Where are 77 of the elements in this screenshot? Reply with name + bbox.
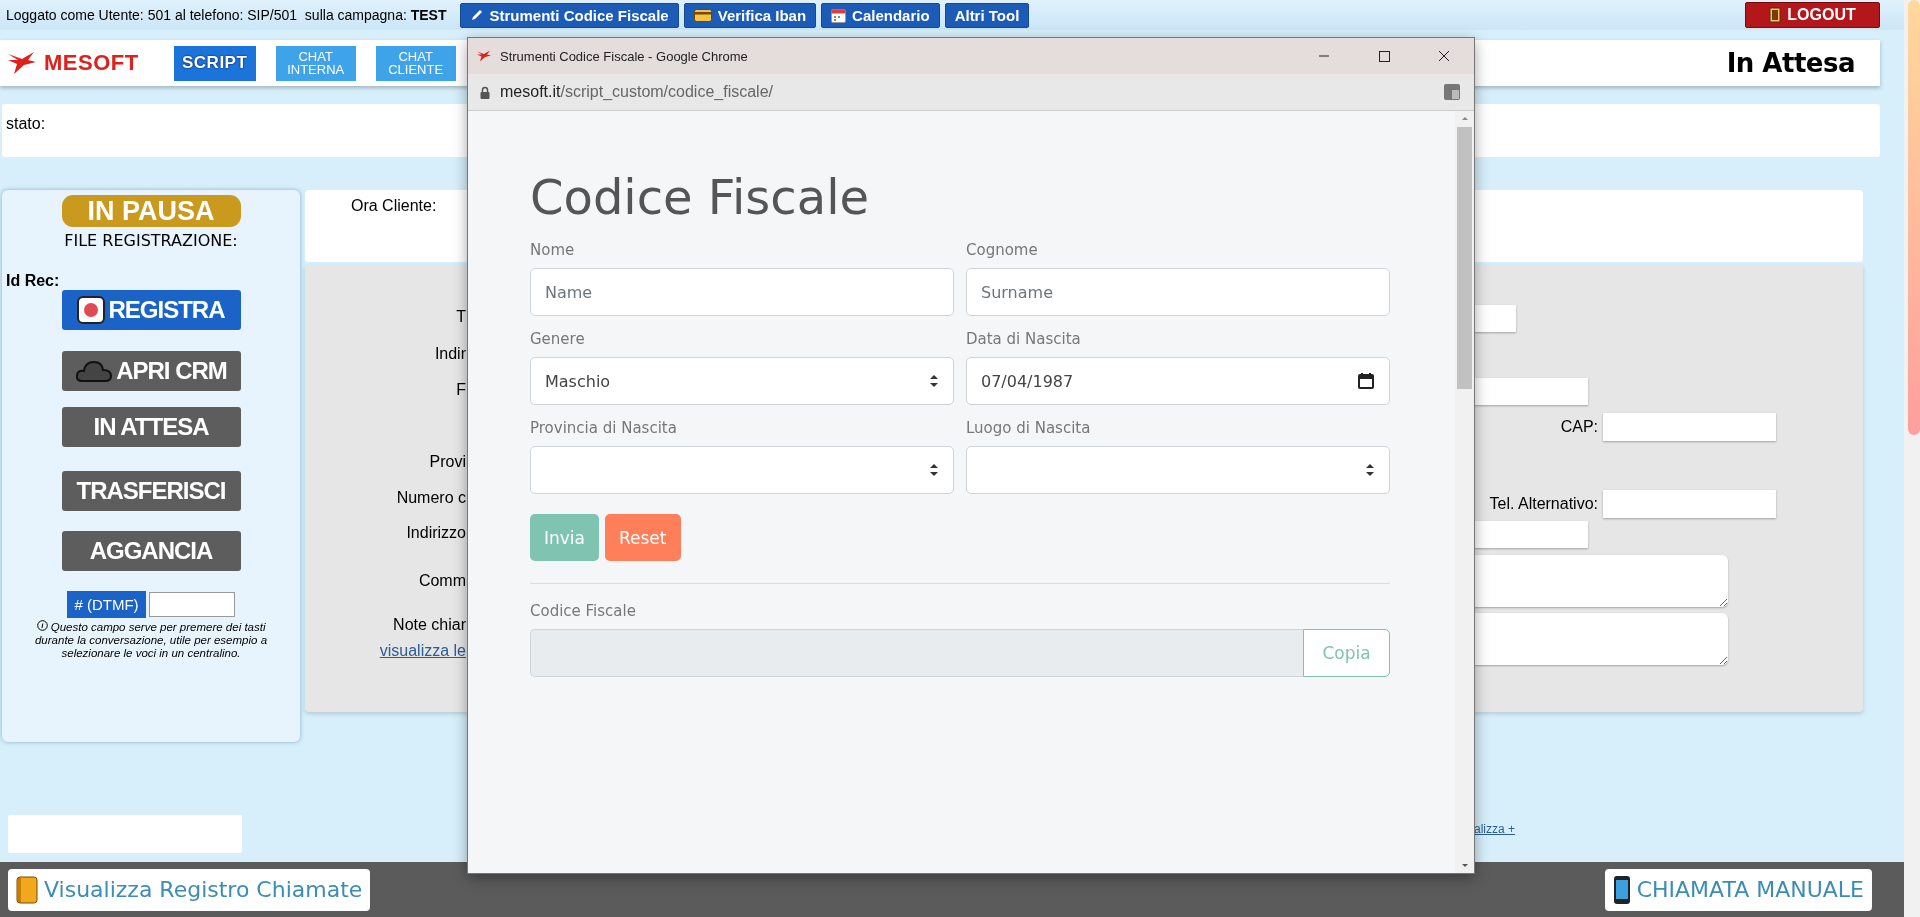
page-heading: Codice Fiscale	[530, 169, 870, 225]
calendar-icon	[831, 7, 847, 23]
select-field[interactable]	[530, 446, 954, 494]
card-icon	[693, 8, 712, 22]
field-label: Indirizzo	[406, 524, 466, 542]
field-label: CAP:	[1559, 418, 1598, 436]
cloud-icon	[75, 359, 114, 383]
field-label: Provi	[429, 453, 466, 471]
tool-button[interactable]: Strumenti Codice Fiscale	[459, 2, 679, 28]
logout-button[interactable]: LOGOUT	[1745, 2, 1880, 28]
address-bar-url[interactable]: mesoft.it/script_custom/codice_fiscale/	[500, 83, 773, 101]
input-field[interactable]	[1603, 413, 1776, 441]
call-log-button[interactable]: Visualizza Registro Chiamate	[8, 868, 371, 911]
text-area[interactable]	[1472, 613, 1728, 665]
id-label: Id Rec:	[6, 272, 60, 290]
tool-button[interactable]: Verifica Iban	[683, 2, 817, 28]
select-caret-icon	[1365, 463, 1375, 477]
field-label: Comm	[418, 572, 466, 590]
input-field[interactable]	[1472, 378, 1588, 405]
scrollbar-thumb[interactable]	[1908, 0, 1920, 435]
tool-button[interactable]: Altri Tool	[944, 2, 1030, 28]
file-label: FILE REGISTRAZIONE:	[64, 231, 238, 250]
action-button[interactable]: APRI CRM	[61, 351, 241, 391]
field-label: F	[456, 381, 466, 399]
field-label: Numero c	[396, 489, 466, 507]
field-label: Data di Nascita	[966, 330, 1082, 348]
window-title: Strumenti Codice Fiscale - Google Chrome	[500, 48, 748, 64]
input-field[interactable]: Name	[530, 268, 954, 316]
field-label: Tel. Alternativo:	[1488, 495, 1598, 513]
script-button[interactable]: SCRIPT	[173, 45, 256, 81]
input-field[interactable]	[1603, 490, 1776, 518]
record-icon	[77, 296, 106, 324]
info-icon	[36, 620, 48, 631]
select-caret-icon	[929, 463, 939, 477]
notebook-icon	[16, 875, 38, 904]
phone-icon	[1612, 874, 1631, 905]
field-label: Codice Fiscale	[530, 602, 637, 620]
tool-button[interactable]: Calendario	[821, 2, 940, 28]
action-button[interactable]: REGISTRA	[61, 290, 241, 330]
status-text: In Attesa	[1726, 48, 1855, 78]
input-field[interactable]	[8, 815, 242, 853]
link[interactable]: alizza +	[1474, 822, 1516, 836]
input-field[interactable]	[1472, 521, 1588, 548]
select-field[interactable]: Maschio	[530, 357, 954, 405]
field-label: Note chiar	[393, 616, 466, 634]
lock-icon	[480, 85, 490, 99]
field-label: Luogo di Nascita	[966, 419, 1092, 437]
input-field[interactable]	[1472, 305, 1516, 332]
action-button[interactable]: TRASFERISCI	[61, 471, 241, 511]
status-badge: IN PAUSA	[61, 195, 241, 227]
field-label: Cognome	[966, 241, 1039, 259]
action-button[interactable]: IN ATTESA	[61, 407, 241, 447]
scrollbar-thumb[interactable]	[1457, 127, 1472, 389]
select-field[interactable]	[966, 446, 1390, 494]
stato-label: stato:	[6, 115, 46, 132]
field-label: T	[456, 308, 466, 326]
field-label: Provincia di Nascita	[530, 419, 678, 437]
help-text: Questo campo serve per premere dei tasti durante la conversazione, utile per esempio a selezionare le voci in un centralino.	[33, 620, 269, 660]
logo-text: MESOFT	[44, 50, 139, 76]
login-info: Loggato come Utente: 501 al telefono: SIP/501 sulla campagna: TEST	[6, 7, 447, 23]
calendar-icon	[1357, 372, 1375, 390]
link[interactable]: visualizza le	[379, 642, 466, 660]
field-label: Indir	[434, 345, 466, 363]
door-icon	[1769, 7, 1782, 23]
input-field[interactable]: Surname	[966, 268, 1390, 316]
field-label: Nome	[530, 241, 576, 259]
select-caret-icon	[929, 374, 939, 388]
date-field[interactable]: 07/04/1987	[966, 357, 1390, 405]
field-label: Ora Cliente:	[351, 197, 437, 214]
bird-logo-icon	[476, 48, 492, 64]
dtmf-button[interactable]: # (DTMF)	[67, 591, 146, 618]
dtmf-field[interactable]	[149, 592, 235, 617]
pencil-icon	[469, 8, 484, 22]
text-area[interactable]	[1472, 555, 1728, 607]
field-label: Genere	[530, 330, 586, 348]
manual-call-button[interactable]: CHIAMATA MANUALE	[1604, 868, 1872, 911]
action-button[interactable]: AGGANCIA	[61, 531, 241, 571]
